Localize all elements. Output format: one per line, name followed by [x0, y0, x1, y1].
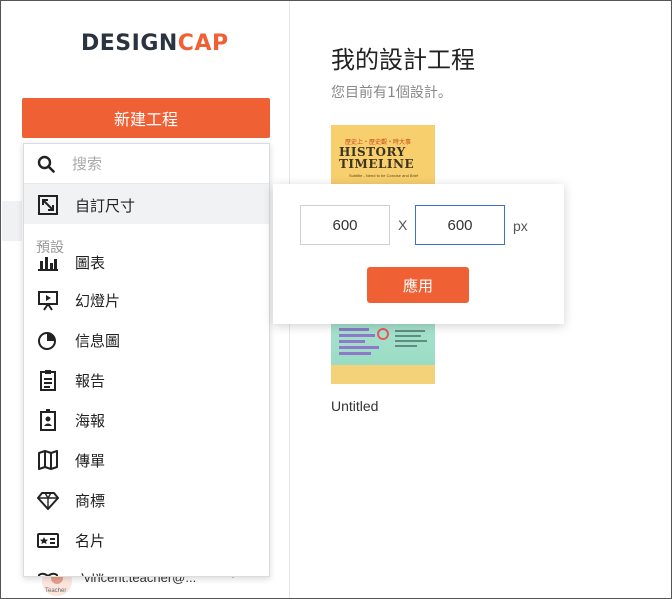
- new-project-dropdown: 自訂尺寸 預設 圖表 幻燈片 信息圖 報告 海報 傳單: [23, 143, 270, 577]
- pie-chart-icon: [37, 329, 59, 351]
- times-label: X: [398, 217, 408, 233]
- menu-item-flyer[interactable]: 傳單: [24, 439, 269, 479]
- menu-item-business-card[interactable]: 名片: [24, 519, 269, 559]
- designcap-logo[interactable]: DESIGNCAP: [81, 31, 229, 56]
- page-subtitle: 您目前有1個設計。: [331, 85, 452, 101]
- menu-item-poster[interactable]: 海報: [24, 399, 269, 439]
- menu-item-slides[interactable]: 幻燈片: [24, 279, 269, 319]
- menu-item-infographic[interactable]: 信息圖: [24, 319, 269, 359]
- page-title: 我的設計工程: [331, 46, 475, 74]
- custom-size-popover: X px 應用: [273, 184, 564, 324]
- book-icon: [37, 569, 59, 576]
- presentation-icon: [37, 289, 59, 311]
- poster-icon: [37, 408, 59, 431]
- business-card-icon: [37, 529, 59, 551]
- design-name[interactable]: Untitled: [331, 398, 378, 414]
- menu-item-report[interactable]: 報告: [24, 359, 269, 399]
- diamond-icon: [37, 489, 59, 511]
- new-project-button[interactable]: 新建工程: [22, 98, 270, 138]
- search-icon: [37, 155, 55, 178]
- menu-item-document[interactable]: 文檔: [24, 559, 269, 576]
- sidebar-nav-highlight: [2, 201, 22, 241]
- unit-label: px: [513, 218, 528, 234]
- map-flyer-icon: [37, 449, 59, 471]
- resize-icon: [37, 194, 59, 216]
- menu-item-logo[interactable]: 商標: [24, 479, 269, 519]
- menu-item-custom-size[interactable]: 自訂尺寸: [24, 184, 269, 224]
- width-input[interactable]: [300, 205, 390, 245]
- apply-button[interactable]: 應用: [367, 267, 469, 303]
- height-input[interactable]: [415, 205, 505, 245]
- clipboard-icon: [37, 369, 59, 391]
- section-label-presets: 預設: [36, 237, 66, 257]
- search-row: [24, 144, 269, 184]
- search-input[interactable]: [72, 152, 252, 176]
